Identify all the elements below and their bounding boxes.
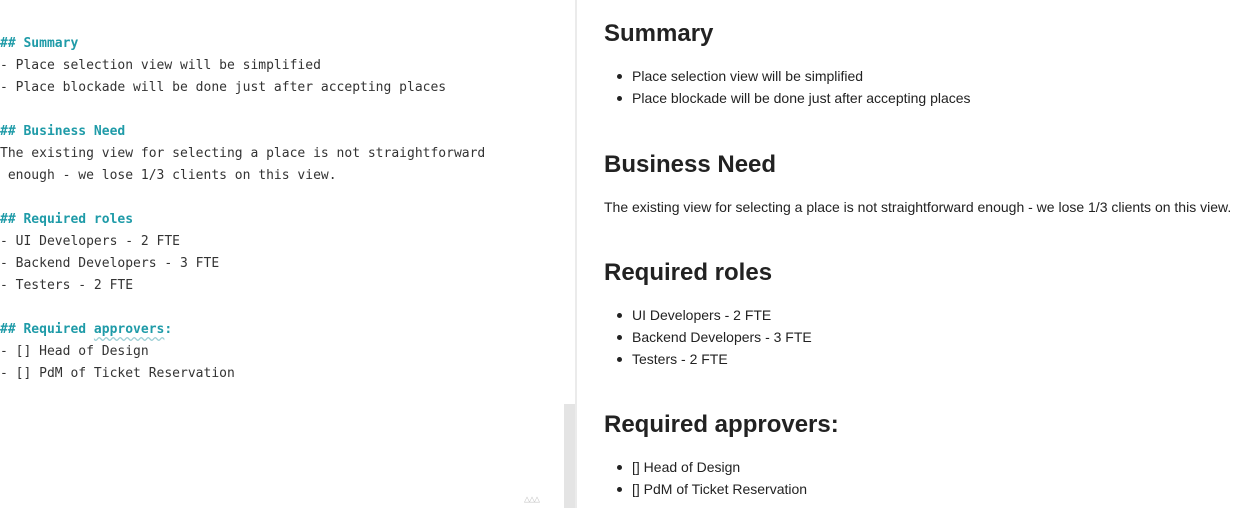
list-item: Testers - 2 FTE bbox=[617, 348, 812, 370]
editor-line[interactable]: The existing view for selecting a place … bbox=[0, 143, 485, 165]
editor-line-blank[interactable] bbox=[0, 99, 485, 121]
editor-scrollbar[interactable] bbox=[564, 0, 575, 508]
business-need-text: The existing view for selecting a place … bbox=[604, 199, 1232, 215]
approvers-list: [] Head of Design [] PdM of Ticket Reser… bbox=[604, 456, 807, 500]
list-item: Place blockade will be done just after a… bbox=[617, 87, 971, 109]
roles-list: UI Developers - 2 FTE Backend Developers… bbox=[604, 304, 812, 370]
list-item: Place selection view will be simplified bbox=[617, 65, 971, 87]
editor-line[interactable]: - UI Developers - 2 FTE bbox=[0, 231, 485, 253]
markdown-preview: Summary Place selection view will be sim… bbox=[604, 0, 1244, 508]
pane-divider[interactable] bbox=[575, 0, 577, 508]
markdown-editor[interactable]: ## Summary - Place selection view will b… bbox=[0, 0, 564, 508]
list-item: Backend Developers - 3 FTE bbox=[617, 326, 812, 348]
list-item: UI Developers - 2 FTE bbox=[617, 304, 812, 326]
editor-line-heading-required-approvers[interactable]: ## Required approvers: bbox=[0, 319, 485, 341]
heading-suffix: : bbox=[164, 322, 173, 337]
editor-line-blank[interactable] bbox=[0, 297, 485, 319]
editor-line[interactable]: - Place blockade will be done just after… bbox=[0, 77, 485, 99]
preview-heading-summary: Summary bbox=[604, 20, 714, 47]
editor-line-heading-summary[interactable]: ## Summary bbox=[0, 33, 485, 55]
editor-line-blank[interactable] bbox=[0, 187, 485, 209]
spellcheck-word[interactable]: approvers bbox=[94, 322, 164, 337]
preview-heading-required-approvers: Required approvers: bbox=[604, 411, 839, 438]
editor-line[interactable]: - Backend Developers - 3 FTE bbox=[0, 253, 485, 275]
preview-heading-required-roles: Required roles bbox=[604, 259, 773, 286]
list-item: [] Head of Design bbox=[616, 456, 807, 478]
summary-list: Place selection view will be simplified … bbox=[604, 65, 971, 109]
editor-line[interactable]: - Testers - 2 FTE bbox=[0, 275, 485, 297]
editor-line[interactable]: - [] PdM of Ticket Reservation bbox=[0, 363, 485, 385]
scrollbar-thumb[interactable] bbox=[564, 404, 575, 508]
editor-line[interactable]: - Place selection view will be simplifie… bbox=[0, 55, 485, 77]
editor-line[interactable]: - [] Head of Design bbox=[0, 341, 485, 363]
editor-line-heading-required-roles[interactable]: ## Required roles bbox=[0, 209, 485, 231]
editor-lines[interactable]: ## Summary - Place selection view will b… bbox=[0, 33, 485, 385]
editor-line[interactable]: enough - we lose 1/3 clients on this vie… bbox=[0, 165, 485, 187]
editor-line-heading-business-need[interactable]: ## Business Need bbox=[0, 121, 485, 143]
list-item: [] PdM of Ticket Reservation bbox=[616, 478, 807, 500]
heading-prefix: ## Required bbox=[0, 322, 94, 337]
preview-heading-business-need: Business Need bbox=[604, 151, 777, 178]
resize-grip-icon[interactable]: △△△ bbox=[524, 494, 540, 505]
